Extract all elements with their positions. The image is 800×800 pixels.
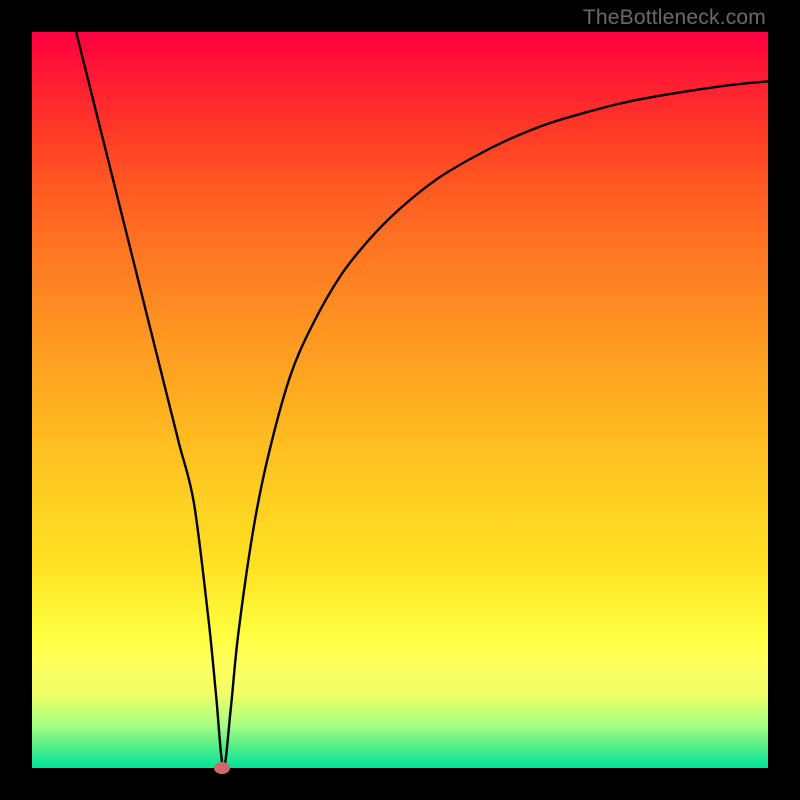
watermark-text: TheBottleneck.com <box>583 6 766 30</box>
plot-area <box>32 32 768 768</box>
chart-frame: TheBottleneck.com <box>0 0 800 800</box>
optimal-point-marker <box>214 762 230 774</box>
bottleneck-curve <box>32 32 768 768</box>
